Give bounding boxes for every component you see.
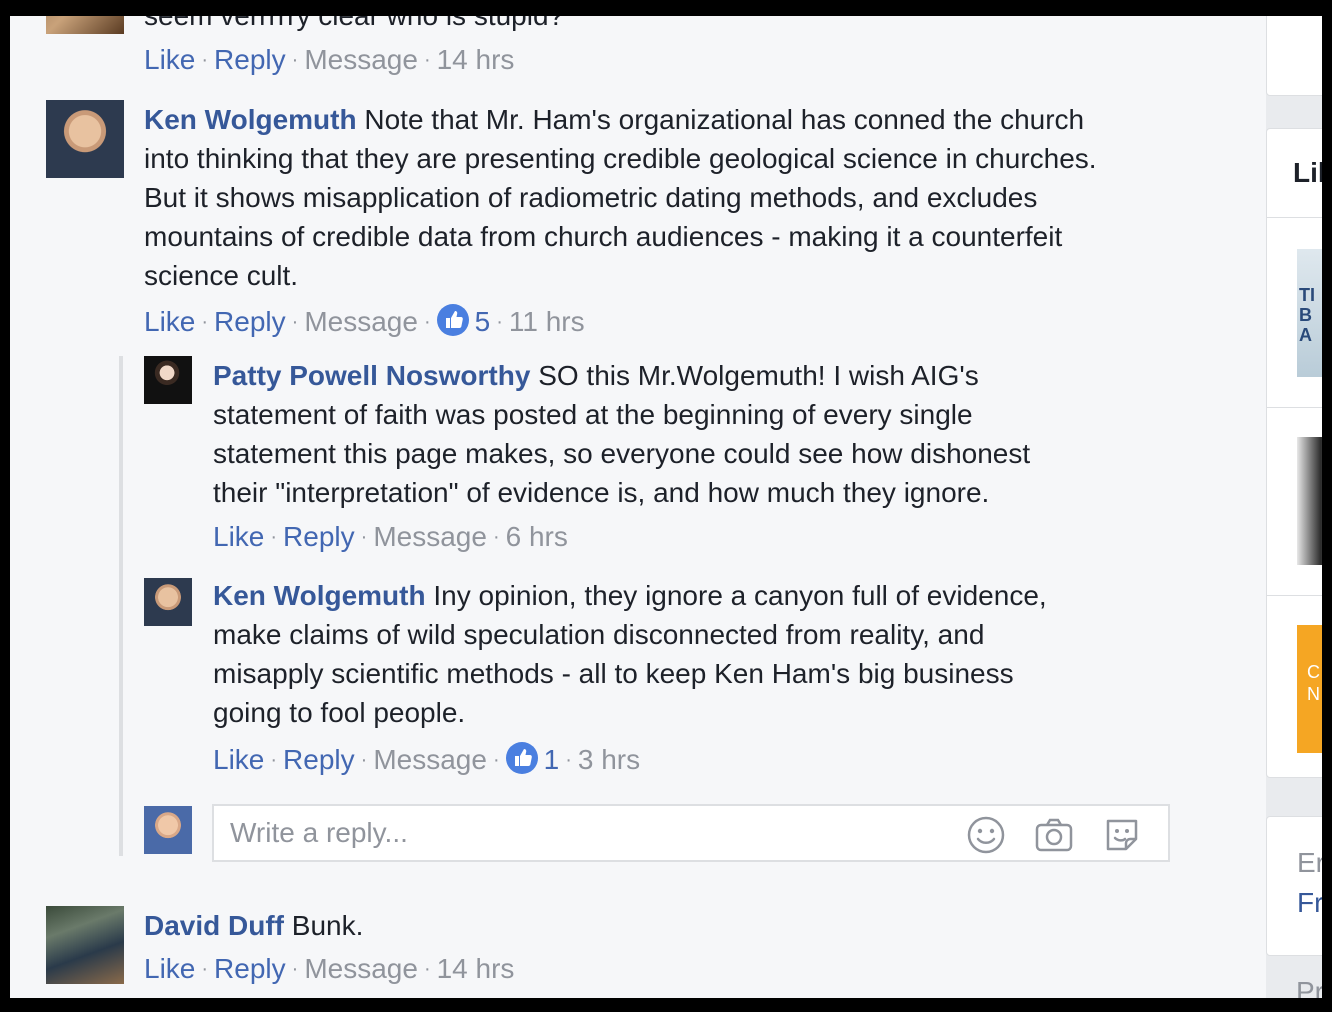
comment-line: science cult. xyxy=(144,260,299,291)
like-link[interactable]: Like xyxy=(144,44,195,75)
comment-line: into thinking that they are presenting c… xyxy=(144,143,1097,174)
reply-link[interactable]: Reply xyxy=(214,953,286,984)
comment-text-partial: seem verrrrry clear who is stupid? xyxy=(144,16,564,35)
message-link[interactable]: Message xyxy=(373,521,487,552)
comment-actions: Like · Reply · Message · 5 · 11 hrs xyxy=(144,304,585,337)
timestamp[interactable]: 11 hrs xyxy=(509,306,585,337)
emoji-icon[interactable] xyxy=(966,815,1006,855)
timestamp[interactable]: 14 hrs xyxy=(437,44,515,75)
sidebar-divider xyxy=(1267,407,1322,408)
sidebar-text: Er xyxy=(1297,847,1322,878)
like-link[interactable]: Like xyxy=(213,521,264,552)
comment-body: David Duff Bunk. xyxy=(144,906,1144,945)
avatar-current-user xyxy=(144,806,192,854)
comment-line: make claims of wild speculation disconne… xyxy=(213,619,985,650)
camera-icon[interactable] xyxy=(1034,815,1074,855)
reply-link[interactable]: Reply xyxy=(214,306,286,337)
sticker-icon[interactable] xyxy=(1102,815,1142,855)
comment-line: statement of faith was posted at the beg… xyxy=(213,399,973,430)
comment-line: misapply scientific methods - all to kee… xyxy=(213,658,1014,689)
avatar-ken-wolgemuth[interactable] xyxy=(46,100,124,178)
message-link[interactable]: Message xyxy=(304,953,418,984)
timestamp[interactable]: 6 hrs xyxy=(506,521,568,552)
avatar-patty-powell-nosworthy[interactable] xyxy=(144,356,192,404)
comment-feed: seem verrrrry clear who is stupid? Like·… xyxy=(10,16,1242,998)
sidebar-thumb-text: TI BA xyxy=(1299,285,1315,345)
like-count[interactable]: 1 xyxy=(544,744,560,775)
reply-link[interactable]: Reply xyxy=(283,744,355,775)
comment-line: their "interpretation" of evidence is, a… xyxy=(213,477,990,508)
message-link[interactable]: Message xyxy=(373,744,487,775)
avatar-ken-wolgemuth[interactable] xyxy=(144,578,192,626)
reply-thread-line xyxy=(119,356,123,856)
reply-body: Patty Powell Nosworthy SO this Mr.Wolgem… xyxy=(213,356,1173,512)
sidebar-thumb-text: C N xyxy=(1307,662,1320,704)
avatar-david-duff[interactable] xyxy=(46,906,124,984)
sidebar-heading: Lik xyxy=(1293,157,1322,188)
sidebar-link[interactable]: Fr xyxy=(1297,887,1322,919)
sidebar-thumbnail[interactable]: TI BA xyxy=(1297,249,1322,377)
timestamp[interactable]: 14 hrs xyxy=(437,953,515,984)
author-name-link[interactable]: David Duff xyxy=(144,910,284,941)
sidebar-card-bottom: Er Fr xyxy=(1266,816,1322,956)
author-name-link[interactable]: Patty Powell Nosworthy xyxy=(213,360,530,391)
author-name-link[interactable]: Ken Wolgemuth xyxy=(213,580,426,611)
comment-actions: Like · Reply · Message · 14 hrs xyxy=(144,44,515,75)
sidebar-card-top xyxy=(1266,16,1322,96)
right-sidebar: Lik TI BA C N Er Fr Pr xyxy=(1266,16,1322,998)
comment-line: But it shows misapplication of radiometr… xyxy=(144,182,1038,213)
comment-line: Bunk. xyxy=(291,910,364,941)
author-name-link[interactable]: Ken Wolgemuth xyxy=(144,104,357,135)
sidebar-divider xyxy=(1267,595,1322,596)
sidebar-text: Pr xyxy=(1296,976,1322,998)
comment-line: mountains of credible data from church a… xyxy=(144,221,1063,252)
reply-link[interactable]: Reply xyxy=(214,44,286,75)
message-link[interactable]: Message xyxy=(304,44,418,75)
reply-actions: Like · Reply · Message · 6 hrs xyxy=(213,521,568,552)
message-link[interactable]: Message xyxy=(304,306,418,337)
write-reply-input[interactable]: Write a reply... xyxy=(212,804,1170,862)
browser-viewport: seem verrrrry clear who is stupid? Like·… xyxy=(10,16,1322,998)
comment-line: statement this page makes, so everyone c… xyxy=(213,438,1031,469)
like-link[interactable]: Like xyxy=(213,744,264,775)
sidebar-card-pages: Lik TI BA C N xyxy=(1266,128,1322,778)
comment-line: SO this Mr.Wolgemuth! I wish AIG's xyxy=(538,360,979,391)
reply-body: Ken Wolgemuth Iny opinion, they ignore a… xyxy=(213,576,1173,732)
comment-line: Note that Mr. Ham's organizational has c… xyxy=(364,104,1085,135)
sidebar-divider xyxy=(1267,217,1322,218)
like-count[interactable]: 5 xyxy=(475,306,491,337)
comment-line: going to fool people. xyxy=(213,697,466,728)
avatar[interactable] xyxy=(46,16,124,34)
reply-link[interactable]: Reply xyxy=(283,521,355,552)
sidebar-thumbnail[interactable]: C N xyxy=(1297,625,1322,753)
timestamp[interactable]: 3 hrs xyxy=(578,744,640,775)
reply-actions: Like · Reply · Message · 1 · 3 hrs xyxy=(213,742,641,775)
thumbs-up-icon[interactable] xyxy=(436,304,469,336)
comment-actions: Like · Reply · Message · 14 hrs xyxy=(144,953,515,984)
like-link[interactable]: Like xyxy=(144,306,195,337)
comment-body: Ken Wolgemuth Note that Mr. Ham's organi… xyxy=(144,100,1204,295)
thumbs-up-icon[interactable] xyxy=(505,742,538,774)
reply-placeholder: Write a reply... xyxy=(230,817,408,848)
sidebar-thumbnail[interactable] xyxy=(1297,437,1322,565)
comment-line: Iny opinion, they ignore a canyon full o… xyxy=(433,580,1047,611)
like-link[interactable]: Like xyxy=(144,953,195,984)
